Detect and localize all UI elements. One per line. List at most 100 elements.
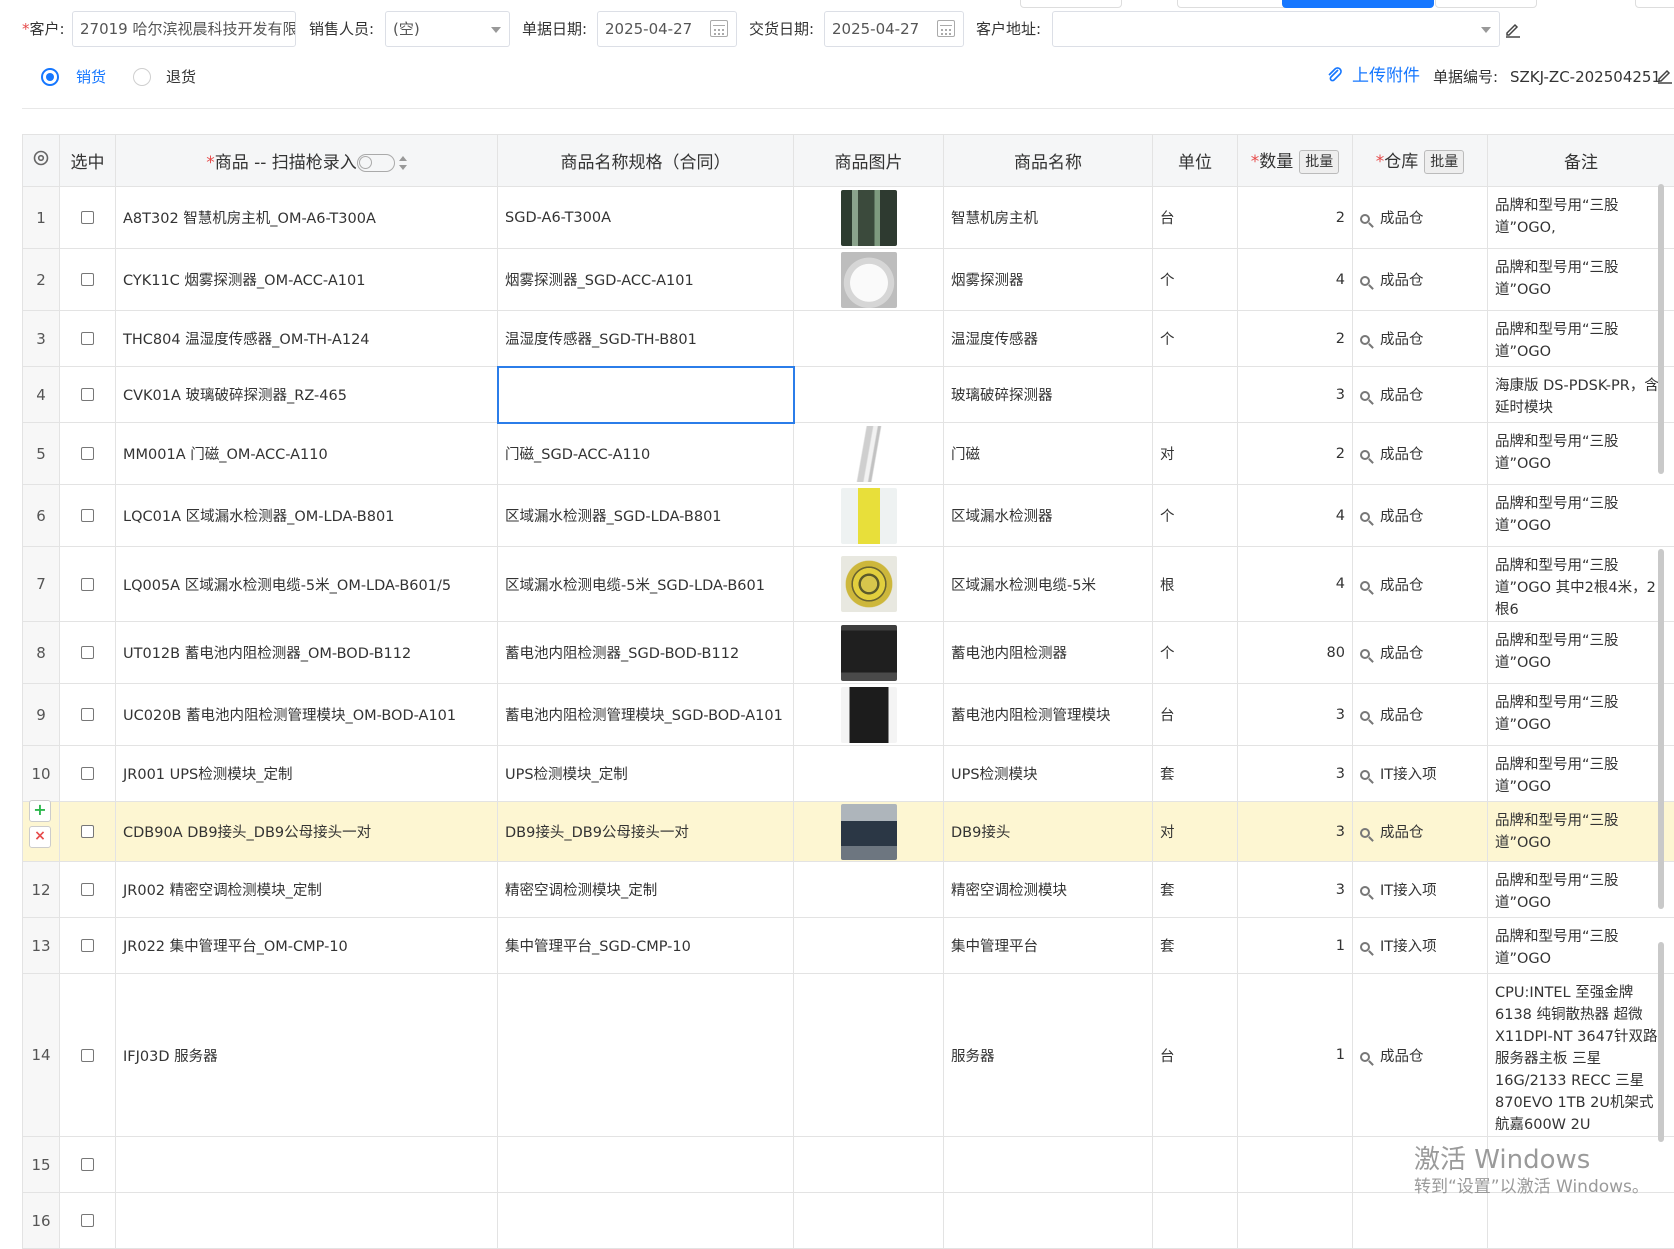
search-icon[interactable] bbox=[1360, 1052, 1370, 1062]
spec-cell[interactable]: SGD-A6-T300A bbox=[498, 187, 794, 249]
product-image[interactable] bbox=[841, 190, 897, 246]
row-select-cell[interactable] bbox=[60, 918, 116, 974]
spec-cell[interactable] bbox=[498, 367, 794, 423]
spec-cell[interactable]: 区域漏水检测器_SGD-LDA-B801 bbox=[498, 485, 794, 547]
product-cell[interactable]: LQC01A 区域漏水检测器_OM-LDA-B801 bbox=[116, 485, 498, 547]
product-cell[interactable]: IFJ03D 服务器 bbox=[116, 974, 498, 1137]
row-select-cell[interactable] bbox=[60, 187, 116, 249]
row-select-cell[interactable] bbox=[60, 1193, 116, 1249]
qty-cell[interactable]: 2 bbox=[1238, 423, 1353, 485]
warehouse-cell[interactable]: 成品仓 bbox=[1353, 249, 1488, 311]
row-select-cell[interactable] bbox=[60, 974, 116, 1137]
spec-cell[interactable]: 精密空调检测模块_定制 bbox=[498, 862, 794, 918]
spec-cell[interactable] bbox=[498, 974, 794, 1137]
warehouse-cell[interactable]: IT接入项 bbox=[1353, 746, 1488, 802]
warehouse-cell[interactable]: IT接入项 bbox=[1353, 862, 1488, 918]
row-select-cell[interactable] bbox=[60, 367, 116, 423]
row-select-cell[interactable] bbox=[60, 423, 116, 485]
row-checkbox[interactable] bbox=[81, 211, 94, 224]
row-select-cell[interactable] bbox=[60, 311, 116, 367]
product-image[interactable] bbox=[841, 804, 897, 860]
qty-cell[interactable]: 4 bbox=[1238, 547, 1353, 622]
product-image[interactable] bbox=[841, 488, 897, 544]
product-image[interactable] bbox=[841, 426, 897, 482]
row-checkbox[interactable] bbox=[81, 708, 94, 721]
search-icon[interactable] bbox=[1360, 335, 1370, 345]
qty-cell[interactable]: 2 bbox=[1238, 187, 1353, 249]
note-cell[interactable] bbox=[1488, 1193, 1674, 1249]
product-cell[interactable]: THC804 温湿度传感器_OM-TH-A124 bbox=[116, 311, 498, 367]
spec-cell[interactable] bbox=[498, 1193, 794, 1249]
product-image[interactable] bbox=[841, 687, 897, 743]
table-row[interactable]: CDB90A DB9接头_DB9公母接头一对DB9接头_DB9公母接头一对DB9… bbox=[23, 802, 1674, 862]
row-checkbox[interactable] bbox=[81, 578, 94, 591]
product-cell[interactable]: LQ005A 区域漏水检测电缆-5米_OM-LDA-B601/5 bbox=[116, 547, 498, 622]
calendar-icon[interactable] bbox=[710, 20, 728, 37]
row-checkbox[interactable] bbox=[81, 1158, 94, 1171]
search-icon[interactable] bbox=[1360, 391, 1370, 401]
warehouse-cell[interactable] bbox=[1353, 1193, 1488, 1249]
table-row[interactable]: 8UT012B 蓄电池内阻检测器_OM-BOD-B112蓄电池内阻检测器_SGD… bbox=[23, 622, 1674, 684]
row-select-cell[interactable] bbox=[60, 1137, 116, 1193]
radio-return[interactable] bbox=[133, 68, 151, 86]
search-icon[interactable] bbox=[1360, 770, 1370, 780]
note-cell[interactable]: CPU:INTEL 至强金牌 6138 纯铜散热器 超微X11DPI-NT 36… bbox=[1488, 974, 1674, 1137]
qty-cell[interactable]: 80 bbox=[1238, 622, 1353, 684]
row-checkbox[interactable] bbox=[81, 1049, 94, 1062]
row-checkbox[interactable] bbox=[81, 883, 94, 896]
top-tab[interactable] bbox=[1635, 0, 1674, 8]
spec-cell[interactable]: UPS检测模块_定制 bbox=[498, 746, 794, 802]
note-cell[interactable]: 品牌和型号用“三股道”OGO bbox=[1488, 802, 1674, 862]
product-image[interactable] bbox=[841, 625, 897, 681]
qty-cell[interactable]: 4 bbox=[1238, 249, 1353, 311]
delete-row-button[interactable]: × bbox=[29, 826, 51, 848]
product-image[interactable] bbox=[841, 556, 897, 612]
warehouse-cell[interactable]: 成品仓 bbox=[1353, 684, 1488, 746]
note-cell[interactable]: 品牌和型号用“三股道”OGO bbox=[1488, 622, 1674, 684]
row-checkbox[interactable] bbox=[81, 447, 94, 460]
row-select-cell[interactable] bbox=[60, 862, 116, 918]
search-icon[interactable] bbox=[1360, 886, 1370, 896]
search-icon[interactable] bbox=[1360, 649, 1370, 659]
spec-cell[interactable]: 烟雾探测器_SGD-ACC-A101 bbox=[498, 249, 794, 311]
row-select-cell[interactable] bbox=[60, 684, 116, 746]
warehouse-cell[interactable]: 成品仓 bbox=[1353, 622, 1488, 684]
note-cell[interactable]: 品牌和型号用“三股道”OGO bbox=[1488, 746, 1674, 802]
search-icon[interactable] bbox=[1360, 711, 1370, 721]
qty-cell[interactable]: 3 bbox=[1238, 862, 1353, 918]
spec-cell[interactable]: 温湿度传感器_SGD-TH-B801 bbox=[498, 311, 794, 367]
warehouse-cell[interactable]: 成品仓 bbox=[1353, 423, 1488, 485]
warehouse-cell[interactable]: 成品仓 bbox=[1353, 802, 1488, 862]
warehouse-cell[interactable]: IT接入项 bbox=[1353, 918, 1488, 974]
table-row[interactable]: 9UC020B 蓄电池内阻检测管理模块_OM-BOD-A101蓄电池内阻检测管理… bbox=[23, 684, 1674, 746]
sales-select[interactable]: (空) bbox=[385, 11, 510, 47]
spec-cell[interactable]: 蓄电池内阻检测管理模块_SGD-BOD-A101 bbox=[498, 684, 794, 746]
address-select[interactable] bbox=[1052, 11, 1500, 47]
warehouse-cell[interactable]: 成品仓 bbox=[1353, 367, 1488, 423]
row-checkbox[interactable] bbox=[81, 509, 94, 522]
edit-icon[interactable] bbox=[1504, 20, 1522, 38]
top-tab[interactable] bbox=[1020, 0, 1122, 8]
qty-cell[interactable]: 1 bbox=[1238, 918, 1353, 974]
table-row[interactable]: 12JR002 精密空调检测模块_定制精密空调检测模块_定制精密空调检测模块套3… bbox=[23, 862, 1674, 918]
scan-toggle[interactable] bbox=[357, 154, 395, 172]
product-cell[interactable] bbox=[116, 1193, 498, 1249]
row-select-cell[interactable] bbox=[60, 802, 116, 862]
table-row[interactable]: 13JR022 集中管理平台_OM-CMP-10集中管理平台_SGD-CMP-1… bbox=[23, 918, 1674, 974]
note-cell[interactable]: 海康版 DS-PDSK-PR，含延时模块 bbox=[1488, 367, 1674, 423]
note-cell[interactable]: 品牌和型号用“三股道”OGO 其中2根4米，2根6 bbox=[1488, 547, 1674, 622]
row-select-cell[interactable] bbox=[60, 547, 116, 622]
note-cell[interactable]: 品牌和型号用“三股道”OGO bbox=[1488, 485, 1674, 547]
scrollbar-thumb[interactable] bbox=[1658, 549, 1664, 909]
row-checkbox[interactable] bbox=[81, 646, 94, 659]
product-cell[interactable]: CVK01A 玻璃破碎探测器_RZ-465 bbox=[116, 367, 498, 423]
customer-field[interactable]: 27019 哈尔滨视晨科技开发有限公司 bbox=[72, 11, 296, 47]
note-cell[interactable]: 品牌和型号用“三股道”OGO bbox=[1488, 684, 1674, 746]
row-checkbox[interactable] bbox=[81, 939, 94, 952]
product-cell[interactable]: JR022 集中管理平台_OM-CMP-10 bbox=[116, 918, 498, 974]
search-icon[interactable] bbox=[1360, 942, 1370, 952]
spec-cell[interactable]: 蓄电池内阻检测器_SGD-BOD-B112 bbox=[498, 622, 794, 684]
product-cell[interactable]: MM001A 门磁_OM-ACC-A110 bbox=[116, 423, 498, 485]
scrollbar-thumb[interactable] bbox=[1658, 184, 1664, 474]
row-checkbox[interactable] bbox=[81, 332, 94, 345]
